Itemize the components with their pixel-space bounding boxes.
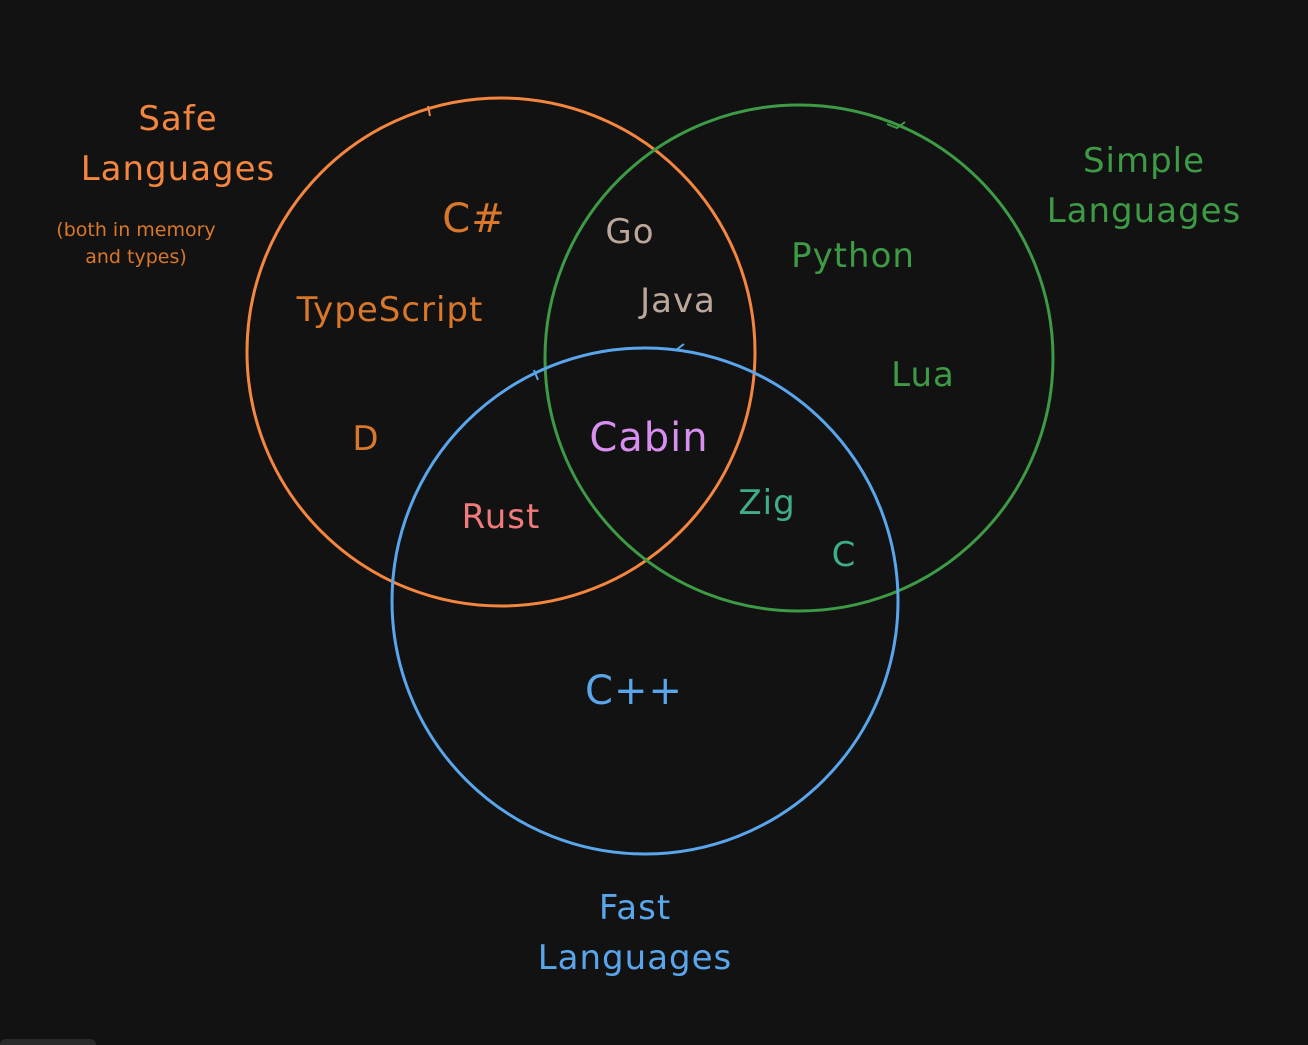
language-c: C	[832, 535, 857, 575]
safe-set-title-line1: Safe	[138, 99, 217, 139]
language-go: Go	[605, 212, 654, 252]
scrollbar-stub	[0, 1039, 96, 1045]
language-rust: Rust	[462, 497, 541, 537]
simple-set-title-line1: Simple	[1083, 141, 1205, 181]
language-cpp: C++	[585, 668, 683, 714]
language-csharp: C#	[442, 196, 505, 242]
simple-set-title-line2: Languages	[1047, 191, 1242, 231]
language-lua: Lua	[891, 355, 955, 395]
language-java: Java	[638, 281, 716, 321]
fast-set-title-line2: Languages	[538, 938, 733, 978]
language-zig: Zig	[738, 483, 795, 523]
safe-set-note-line1: (both in memory	[56, 219, 215, 241]
fast-set-title-line1: Fast	[599, 888, 671, 928]
language-typescript: TypeScript	[296, 290, 484, 330]
simple-languages-circle	[543, 103, 1055, 613]
venn-diagram-canvas: Safe Languages (both in memory and types…	[0, 0, 1308, 1045]
safe-set-title-line2: Languages	[81, 149, 276, 189]
safe-set-note-line2: and types)	[85, 246, 187, 268]
language-python: Python	[791, 236, 915, 276]
venn-diagram: Safe Languages (both in memory and types…	[56, 96, 1242, 978]
language-d: D	[352, 419, 379, 459]
language-cabin: Cabin	[589, 415, 708, 461]
